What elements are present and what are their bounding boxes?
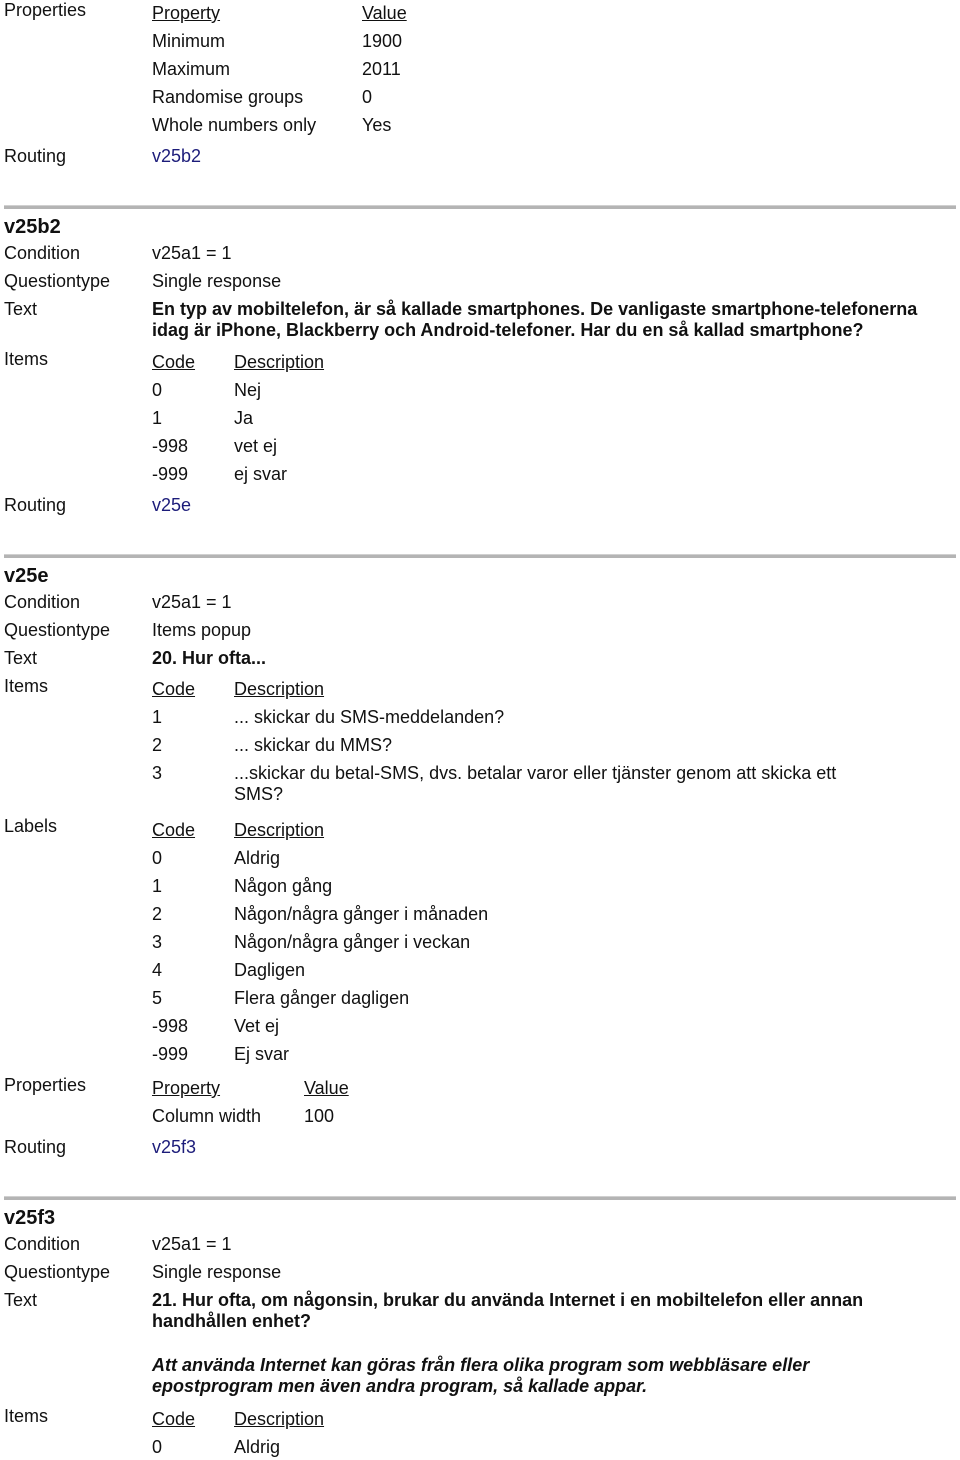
items-label: Items	[4, 1406, 49, 1426]
property-name: Whole numbers only	[152, 115, 317, 135]
value-header: Value	[304, 1078, 349, 1098]
property-value: Yes	[362, 115, 392, 135]
label-code: 5	[152, 988, 163, 1008]
property-name: Column width	[152, 1106, 262, 1126]
labels-label: Labels	[4, 816, 58, 836]
description-header: Description	[234, 820, 325, 840]
description-header: Description	[234, 352, 325, 372]
code-header: Code	[152, 679, 196, 699]
item-code: 1	[152, 707, 163, 727]
property-name: Maximum	[152, 59, 231, 79]
item-description: ej svar	[234, 464, 288, 484]
item-description: Ja	[234, 408, 254, 428]
question-text-line: 21. Hur ofta, om någonsin, brukar du anv…	[152, 1290, 864, 1310]
questiontype-value: Single response	[152, 271, 282, 291]
code-header: Code	[152, 820, 196, 840]
label-description: Aldrig	[234, 848, 281, 868]
property-header: Property	[152, 3, 221, 23]
routing-link[interactable]: v25b2	[152, 146, 201, 167]
condition-label: Condition	[4, 592, 81, 612]
label-code: 4	[152, 960, 163, 980]
condition-value: v25a1 = 1	[152, 1234, 232, 1254]
question-text: 21. Hur ofta, om någonsin, brukar du anv…	[152, 1290, 960, 1332]
property-value: 100	[304, 1106, 335, 1126]
text-label: Text	[4, 648, 38, 668]
routing-label: Routing	[4, 1137, 67, 1157]
label-description: Ej svar	[234, 1044, 290, 1064]
properties-label: Properties	[4, 0, 87, 20]
condition-label: Condition	[4, 243, 81, 263]
question-text: 20. Hur ofta...	[152, 648, 267, 668]
label-description: Vet ej	[234, 1016, 280, 1036]
label-description: Dagligen	[234, 960, 306, 980]
questiontype-label: Questiontype	[4, 620, 111, 640]
question-text-line: En typ av mobiltelefon, är så kallade sm…	[152, 299, 918, 319]
item-code: -999	[152, 464, 189, 484]
question-heading: v25e	[4, 565, 49, 587]
label-code: 2	[152, 904, 163, 924]
routing-label: Routing	[4, 495, 67, 515]
label-code: 3	[152, 932, 163, 952]
item-code: 1	[152, 408, 163, 428]
property-value: 2011	[362, 59, 401, 79]
section-divider	[4, 205, 956, 209]
item-code: 3	[152, 763, 163, 783]
item-description: Nej	[234, 380, 262, 400]
item-code: 0	[152, 380, 163, 400]
question-text: En typ av mobiltelefon, är så kallade sm…	[152, 299, 960, 341]
routing-link[interactable]: v25e	[152, 495, 191, 516]
label-code: 1	[152, 876, 163, 896]
routing-link[interactable]: v25f3	[152, 1137, 196, 1158]
property-header: Property	[152, 1078, 221, 1098]
question-note-line: epostprogram men även andra program, så …	[152, 1376, 648, 1396]
label-description: Någon/några gånger i månaden	[234, 904, 489, 924]
question-heading: v25f3	[4, 1207, 56, 1229]
item-description: ... skickar du SMS-meddelanden?	[234, 707, 505, 727]
label-code: 0	[152, 848, 163, 868]
question-text-line: idag är iPhone, Blackberry och Android-t…	[152, 320, 864, 340]
property-value: 1900	[362, 31, 403, 51]
condition-value: v25a1 = 1	[152, 592, 232, 612]
questiontype-label: Questiontype	[4, 1262, 111, 1282]
question-text-line: handhållen enhet?	[152, 1311, 312, 1331]
item-description: Aldrig	[234, 1437, 281, 1457]
label-description: Någon gång	[234, 876, 333, 896]
property-name: Minimum	[152, 31, 226, 51]
property-name: Randomise groups	[152, 87, 304, 107]
code-header: Code	[152, 352, 196, 372]
value-header: Value	[362, 3, 407, 23]
label-description: Flera gånger dagligen	[234, 988, 410, 1008]
property-value: 0	[362, 87, 373, 107]
text-label: Text	[4, 1290, 38, 1310]
label-code: -999	[152, 1044, 189, 1064]
questiontype-label: Questiontype	[4, 271, 111, 291]
items-label: Items	[4, 676, 49, 696]
condition-value: v25a1 = 1	[152, 243, 232, 263]
question-note-line: Att använda Internet kan göras från fler…	[152, 1355, 810, 1375]
condition-label: Condition	[4, 1234, 81, 1254]
routing-label: Routing	[4, 146, 67, 166]
item-description: vet ej	[234, 436, 278, 456]
items-label: Items	[4, 349, 49, 369]
section-divider	[4, 1196, 956, 1200]
label-description: Någon/några gånger i veckan	[234, 932, 471, 952]
item-description: ...skickar du betal-SMS, dvs. betalar va…	[234, 763, 837, 804]
item-code: 0	[152, 1437, 163, 1457]
properties-label: Properties	[4, 1075, 87, 1095]
section-divider	[4, 554, 956, 558]
item-code: 2	[152, 735, 163, 755]
text-label: Text	[4, 299, 38, 319]
label-code: -998	[152, 1016, 189, 1036]
item-code: -998	[152, 436, 189, 456]
description-header: Description	[234, 679, 325, 699]
questiontype-value: Single response	[152, 1262, 282, 1282]
item-description: ... skickar du MMS?	[234, 735, 393, 755]
question-note: Att använda Internet kan göras från fler…	[152, 1355, 960, 1397]
question-heading: v25b2	[4, 216, 61, 238]
questiontype-value: Items popup	[152, 620, 252, 640]
description-header: Description	[234, 1409, 325, 1429]
code-header: Code	[152, 1409, 196, 1429]
